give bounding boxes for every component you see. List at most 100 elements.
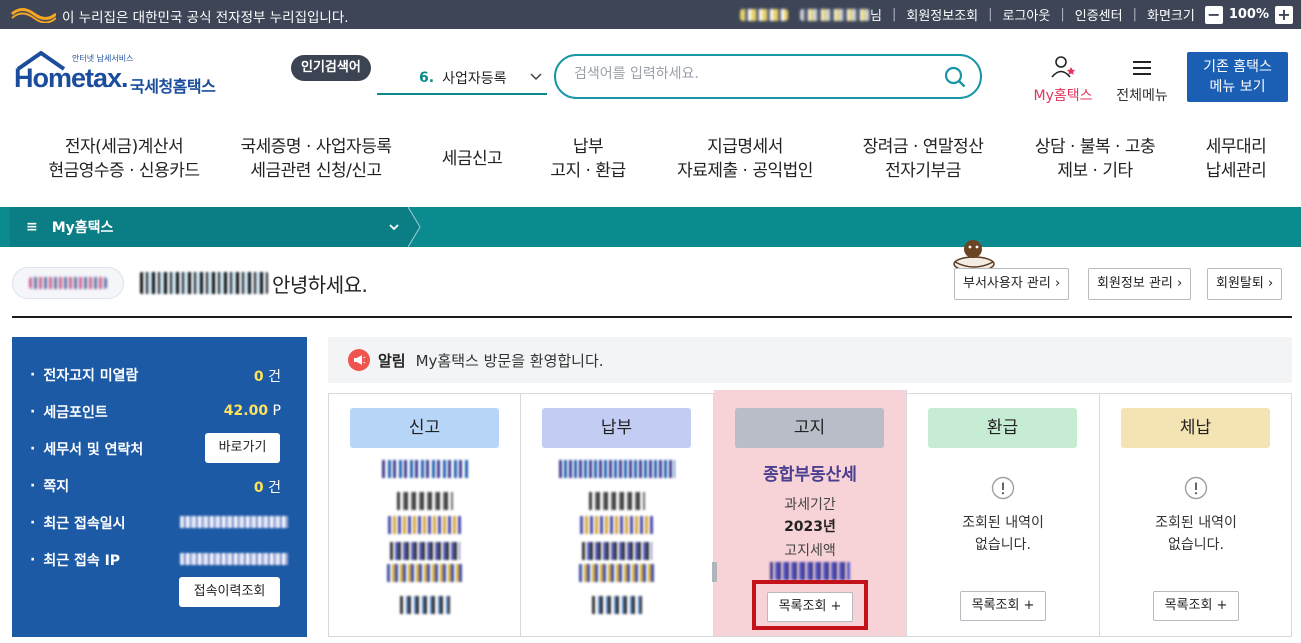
redacted-item bbox=[579, 564, 655, 582]
redacted-last-login bbox=[180, 516, 288, 528]
tax-office-shortcut-button[interactable]: 바로가기 bbox=[205, 433, 280, 463]
breadcrumb-separator-icon bbox=[408, 207, 421, 247]
card-head-notice[interactable]: 고지 bbox=[735, 408, 884, 448]
chevron-down-icon bbox=[389, 224, 399, 231]
card-head-report[interactable]: 신고 bbox=[350, 408, 499, 448]
list-view-button[interactable]: 목록조회 + bbox=[1153, 591, 1239, 621]
site-header: 안터넷 납세서비스 Hometax. 국세청홈택스 인기검색어 6. 사업자등록… bbox=[0, 29, 1301, 121]
gov-banner: 이 누리집은 대한민국 공식 전자정부 누리집입니다. 님 | 회원정보조회 |… bbox=[0, 0, 1301, 29]
info-exclamation-icon bbox=[991, 476, 1015, 500]
scroll-handle[interactable] bbox=[712, 562, 717, 582]
redacted-item bbox=[589, 492, 645, 510]
redacted-user-type bbox=[29, 277, 107, 289]
logout-link[interactable]: 로그아웃 bbox=[1003, 5, 1051, 24]
nav-tax-agent[interactable]: 세무대리 납세관리 bbox=[1192, 135, 1280, 183]
popular-search-select[interactable]: 6. 사업자등록 bbox=[377, 63, 547, 95]
card-refund: 환급 조회된 내역이 없습니다. 목록조회 + bbox=[907, 394, 1100, 636]
hamburger-icon bbox=[1133, 61, 1151, 75]
redacted-item bbox=[559, 460, 675, 478]
nav-e-invoice[interactable]: 전자(세금)계산서 현금영수증 · 신용카드 bbox=[34, 135, 214, 183]
main-nav: 전자(세금)계산서 현금영수증 · 신용카드 국세증명 · 사업자등록 세금관련 신… bbox=[0, 121, 1301, 207]
greeting: 안녕하세요. bbox=[12, 266, 368, 300]
nav-tax-report[interactable]: 세금신고 bbox=[430, 147, 514, 171]
dept-user-manage-button[interactable]: 부서사용자 관리 › bbox=[954, 268, 1070, 300]
redacted-item bbox=[580, 516, 654, 534]
access-history-button[interactable]: 접속이력조회 bbox=[179, 577, 280, 607]
redacted-item bbox=[399, 596, 450, 614]
nav-counsel[interactable]: 상담 · 불복 · 고충 제보 · 기타 bbox=[1022, 135, 1168, 183]
zoom-level: 100% bbox=[1228, 7, 1269, 22]
user-name: 님 bbox=[740, 5, 882, 24]
redacted-item bbox=[389, 542, 460, 560]
redacted-last-ip bbox=[180, 553, 288, 565]
mascot-coffee-icon bbox=[953, 240, 995, 272]
message-count[interactable]: 0 건 bbox=[254, 477, 281, 497]
breadcrumb-bar: ≡ My홈택스 bbox=[0, 207, 1301, 247]
redacted-name bbox=[800, 8, 870, 21]
member-info-link[interactable]: 회원정보조회 bbox=[906, 5, 978, 24]
notice-text: My홈택스 방문을 환영합니다. bbox=[415, 351, 604, 370]
info-row: · 최근 접속 IP bbox=[30, 552, 121, 569]
user-icon bbox=[1051, 56, 1076, 78]
old-hometax-button[interactable]: 기존 홈택스 메뉴 보기 bbox=[1187, 52, 1288, 102]
breadcrumb-my-hometax[interactable]: ≡ My홈택스 bbox=[10, 207, 408, 247]
info-row: · 세금포인트 bbox=[30, 404, 108, 421]
card-payment: 납부 bbox=[521, 394, 714, 636]
nav-statement[interactable]: 지급명세서 자료제출 · 공익법인 bbox=[662, 135, 828, 183]
card-head-refund[interactable]: 환급 bbox=[928, 408, 1077, 448]
notice-bar: 알림 My홈택스 방문을 환영합니다. bbox=[328, 337, 1292, 383]
highlight-annotation-box bbox=[752, 580, 868, 630]
nav-payment[interactable]: 납부 고지 · 환급 bbox=[538, 135, 638, 183]
redacted-item bbox=[396, 492, 453, 510]
tax-period-value: 2023년 bbox=[784, 519, 836, 535]
zoom-out-button[interactable]: − bbox=[1204, 5, 1223, 24]
info-row: · 전자고지 미열람 bbox=[30, 367, 139, 384]
gov-utility-links: 님 | 회원정보조회 | 로그아웃 | 인증센터 | 화면크기 − 100% + bbox=[740, 0, 1293, 29]
redacted-user-name bbox=[140, 272, 268, 294]
info-row: · 세무서 및 연락처 bbox=[30, 441, 144, 458]
chevron-down-icon bbox=[530, 73, 542, 81]
redacted-name bbox=[740, 8, 788, 21]
member-info-manage-button[interactable]: 회원정보 관리 › bbox=[1088, 268, 1192, 300]
nav-certificate[interactable]: 국세증명 · 사업자등록 세금관련 신청/신고 bbox=[226, 135, 406, 183]
gov-emblem-icon bbox=[10, 8, 56, 23]
popular-search-badge: 인기검색어 bbox=[291, 55, 371, 81]
search-icon[interactable] bbox=[944, 66, 966, 88]
redacted-item bbox=[582, 542, 652, 560]
card-head-payment[interactable]: 납부 bbox=[542, 408, 691, 448]
search-input[interactable] bbox=[574, 66, 934, 82]
tax-point-value[interactable]: 42.00 P bbox=[224, 403, 281, 419]
nav-incentive[interactable]: 장려금 · 연말정산 전자기부금 bbox=[850, 135, 996, 183]
redacted-tax-amount bbox=[770, 562, 850, 580]
empty-message: 조회된 내역이 없습니다. bbox=[1155, 515, 1237, 553]
my-hometax-button[interactable]: My홈택스 bbox=[1027, 55, 1099, 105]
card-head-arrears[interactable]: 체납 bbox=[1121, 408, 1270, 448]
tax-period-label: 과세기간 bbox=[784, 497, 836, 513]
screen-size-label: 화면크기 bbox=[1146, 9, 1195, 24]
redacted-item bbox=[381, 460, 468, 478]
card-report: 신고 bbox=[329, 394, 521, 636]
info-row: · 쪽지 bbox=[30, 478, 70, 495]
menu-icon: ≡ bbox=[26, 219, 38, 235]
redacted-item bbox=[592, 596, 642, 614]
hometax-logo[interactable]: 안터넷 납세서비스 Hometax. 국세청홈택스 bbox=[14, 51, 234, 103]
all-menu-button[interactable]: 전체메뉴 bbox=[1110, 57, 1174, 105]
list-view-button[interactable]: 목록조회 + bbox=[960, 591, 1046, 621]
info-row: · 최근 접속일시 bbox=[30, 515, 126, 532]
search-box bbox=[554, 54, 982, 99]
popular-rank: 6. bbox=[419, 70, 435, 86]
gov-banner-text: 이 누리집은 대한민국 공식 전자정부 누리집입니다. bbox=[62, 10, 349, 26]
megaphone-icon bbox=[348, 349, 370, 371]
zoom-in-button[interactable]: + bbox=[1275, 5, 1293, 24]
withdraw-button[interactable]: 회원탈퇴 › bbox=[1207, 268, 1283, 300]
unread-notice-count[interactable]: 0 건 bbox=[254, 366, 281, 386]
user-type-badge bbox=[12, 267, 124, 299]
empty-message: 조회된 내역이 없습니다. bbox=[962, 515, 1044, 553]
redacted-item bbox=[386, 564, 463, 582]
popular-term: 사업자등록 bbox=[442, 71, 507, 87]
cert-center-link[interactable]: 인증센터 bbox=[1075, 5, 1123, 24]
notice-tax-type[interactable]: 종합부동산세 bbox=[714, 460, 906, 485]
info-exclamation-icon bbox=[1184, 476, 1208, 500]
redacted-item bbox=[387, 516, 462, 534]
card-arrears: 체납 조회된 내역이 없습니다. 목록조회 + bbox=[1100, 394, 1292, 636]
